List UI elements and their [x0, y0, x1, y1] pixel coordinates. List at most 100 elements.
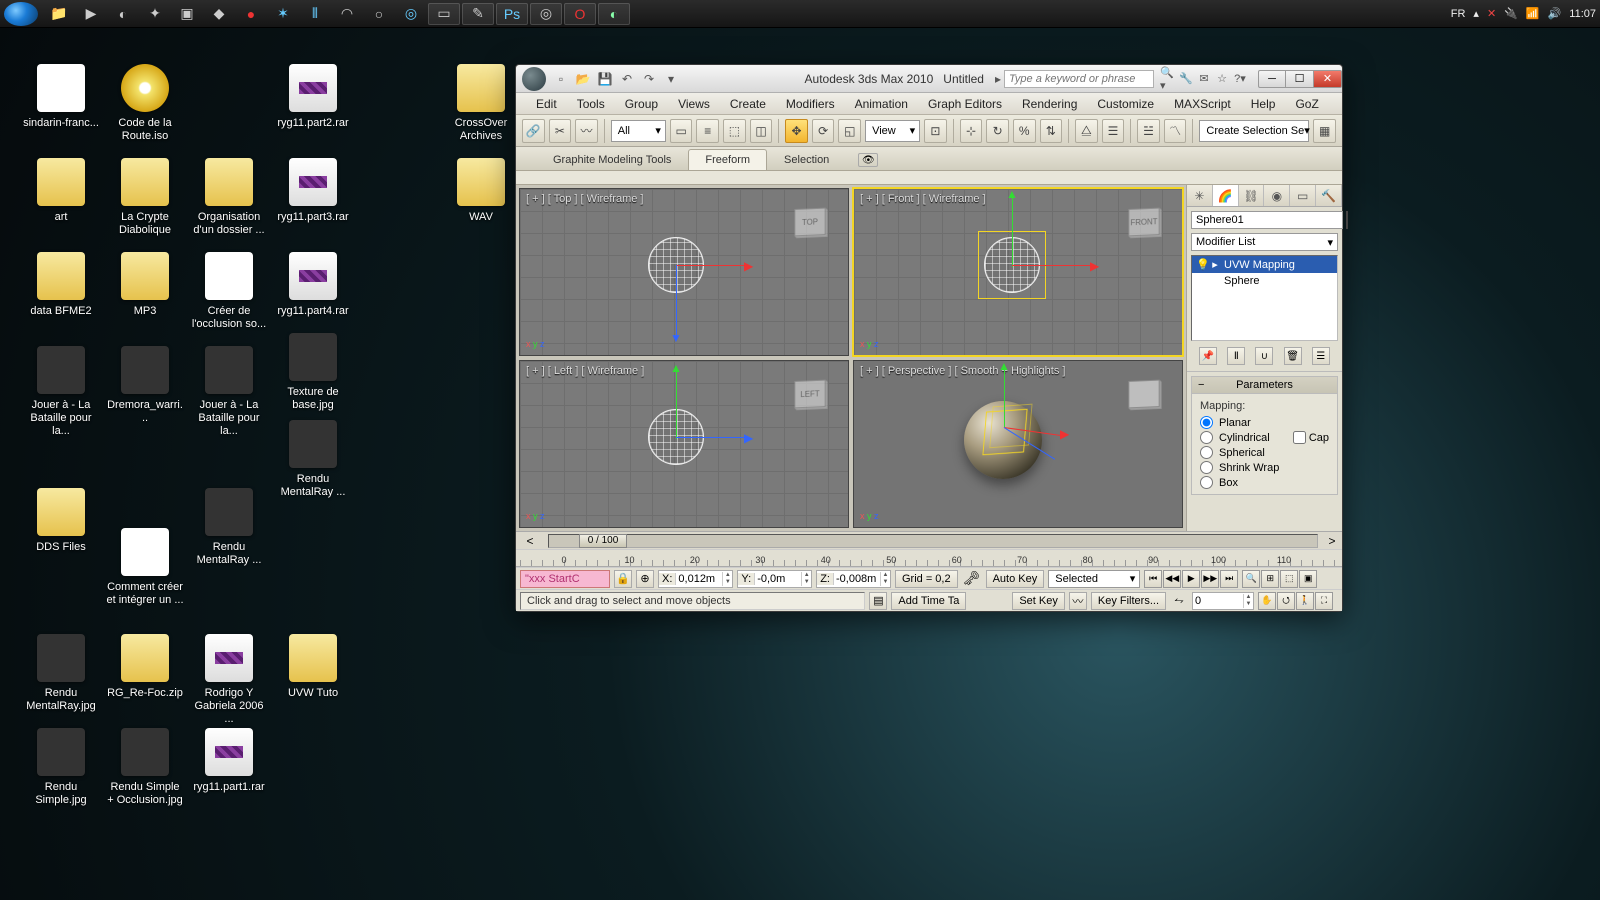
- task-icon[interactable]: ✎: [462, 3, 494, 25]
- desktop-icon[interactable]: ryg11.part3.rar: [272, 158, 354, 225]
- link-icon[interactable]: 🔗: [522, 119, 545, 143]
- rollout-header[interactable]: −Parameters: [1192, 377, 1337, 394]
- desktop-icon[interactable]: UVW Tuto: [272, 634, 354, 701]
- move-tool-button[interactable]: ✥: [785, 119, 808, 143]
- radio-input[interactable]: [1200, 431, 1213, 444]
- ref-coord-dropdown[interactable]: View▾: [865, 120, 920, 142]
- viewport-label[interactable]: [ + ] [ Top ] [ Wireframe ]: [526, 193, 643, 205]
- viewport-label[interactable]: [ + ] [ Perspective ] [ Smooth + Highlig…: [860, 365, 1065, 377]
- viewport-left[interactable]: [ + ] [ Left ] [ Wireframe ] LEFT ▲ ▶ x …: [519, 360, 849, 528]
- timeslider-prev-icon[interactable]: <: [516, 534, 544, 548]
- named-selection-dropdown[interactable]: Create Selection Se▾: [1199, 120, 1309, 142]
- time-slider[interactable]: 0 / 100: [548, 534, 1318, 548]
- task-icon[interactable]: ▭: [428, 3, 460, 25]
- desktop-icon[interactable]: ryg11.part1.rar: [188, 728, 270, 795]
- app-icon[interactable]: ⦀: [300, 3, 330, 25]
- tray-power-icon[interactable]: 🔌: [1504, 7, 1518, 20]
- autokey-button[interactable]: Auto Key: [986, 570, 1045, 588]
- menu-animation[interactable]: Animation: [845, 97, 918, 111]
- menu-rendering[interactable]: Rendering: [1012, 97, 1087, 111]
- menu-edit[interactable]: Edit: [526, 97, 567, 111]
- redo-icon[interactable]: ↷: [640, 70, 658, 88]
- star-icon[interactable]: ☆: [1214, 71, 1230, 87]
- layers-icon[interactable]: ☱: [1137, 119, 1160, 143]
- menu-group[interactable]: Group: [615, 97, 668, 111]
- zoom-ext-icon[interactable]: ⬚: [1280, 570, 1298, 588]
- viewport-front[interactable]: [ + ] [ Front ] [ Wireframe ] FRONT ▲ ▶ …: [853, 188, 1183, 356]
- keymode-icon[interactable]: 〰: [1069, 592, 1087, 610]
- menu-customize[interactable]: Customize: [1087, 97, 1164, 111]
- radio-input[interactable]: [1200, 476, 1213, 489]
- curve-editor-icon[interactable]: 〽: [1164, 119, 1187, 143]
- radio-input[interactable]: [1200, 461, 1213, 474]
- zoom-all-icon[interactable]: ⊞: [1261, 570, 1279, 588]
- viewcube[interactable]: FRONT: [1114, 197, 1174, 247]
- menu-help[interactable]: Help: [1241, 97, 1286, 111]
- desktop-icon[interactable]: Rendu Simple + Occlusion.jpg: [104, 728, 186, 808]
- radio-input[interactable]: [1200, 416, 1213, 429]
- key-mode-icon[interactable]: 🗝: [962, 570, 982, 587]
- explorer-icon[interactable]: 📁: [44, 3, 74, 25]
- orbit-icon[interactable]: ⭯: [1277, 592, 1295, 610]
- ribbon-tab[interactable]: Selection: [767, 149, 846, 170]
- desktop-icon[interactable]: Comment créer et intégrer un ...: [104, 528, 186, 608]
- comm-icon[interactable]: ✉: [1196, 71, 1212, 87]
- app-icon[interactable]: ◎: [396, 3, 426, 25]
- app-icon[interactable]: ○: [364, 3, 394, 25]
- title-bar[interactable]: ▫ 📂 💾 ↶ ↷ ▾ Autodesk 3ds Max 2010 Untitl…: [516, 65, 1342, 93]
- viewcube[interactable]: [1114, 369, 1174, 419]
- menu-maxscript[interactable]: MAXScript: [1164, 97, 1241, 111]
- pin-stack-icon[interactable]: 📌: [1199, 347, 1217, 365]
- desktop-icon[interactable]: Rendu Simple.jpg: [20, 728, 102, 808]
- desktop-icon[interactable]: Code de la Route.iso: [104, 64, 186, 144]
- align-icon[interactable]: ☰: [1102, 119, 1125, 143]
- desktop-icon[interactable]: ryg11.part4.rar: [272, 252, 354, 319]
- next-frame-icon[interactable]: ▶▶: [1201, 570, 1219, 588]
- app-icon[interactable]: ▣: [172, 3, 202, 25]
- mapping-option-cylindrical[interactable]: Cylindrical Cap: [1200, 430, 1329, 445]
- show-end-result-icon[interactable]: Ⅱ: [1227, 347, 1245, 365]
- pivot-icon[interactable]: ⊡: [924, 119, 947, 143]
- tray-chevron-icon[interactable]: ▴: [1473, 7, 1479, 20]
- mirror-icon[interactable]: ⧋: [1075, 119, 1098, 143]
- keyfilters-button[interactable]: Key Filters...: [1091, 592, 1166, 610]
- desktop-icon[interactable]: Organisation d'un dossier ...: [188, 158, 270, 238]
- menu-graph-editors[interactable]: Graph Editors: [918, 97, 1012, 111]
- app-icon[interactable]: ◆: [204, 3, 234, 25]
- setkey-button[interactable]: Set Key: [1012, 592, 1065, 610]
- qat-dropdown-icon[interactable]: ▾: [662, 70, 680, 88]
- desktop-icon[interactable]: RG_Re-Foc.zip: [104, 634, 186, 701]
- play-icon[interactable]: ▶: [1182, 570, 1200, 588]
- modifier-stack-item[interactable]: Sphere: [1192, 273, 1337, 289]
- add-time-tag-button[interactable]: Add Time Ta: [891, 592, 966, 610]
- motion-tab-icon[interactable]: ◉: [1264, 185, 1290, 206]
- window-crossing-icon[interactable]: ◫: [750, 119, 773, 143]
- task-3dsmax-icon[interactable]: ◐: [598, 3, 630, 25]
- task-opera-icon[interactable]: O: [564, 3, 596, 25]
- pan-icon[interactable]: ✋: [1258, 592, 1276, 610]
- script-listener[interactable]: "xxx StartC: [520, 570, 610, 588]
- menu-create[interactable]: Create: [720, 97, 776, 111]
- utilities-tab-icon[interactable]: 🔨: [1316, 185, 1342, 206]
- maximize-button[interactable]: ☐: [1286, 70, 1314, 88]
- current-frame-field[interactable]: ▲▼: [1192, 592, 1254, 610]
- mapping-option-box[interactable]: Box: [1200, 475, 1329, 490]
- fov-icon[interactable]: ▣: [1299, 570, 1317, 588]
- frame-step-icon[interactable]: ⥊: [1170, 593, 1188, 608]
- select-icon[interactable]: ▭: [670, 119, 693, 143]
- media-icon[interactable]: ▶: [76, 3, 106, 25]
- coord-y[interactable]: Y:▲▼: [737, 570, 812, 588]
- modifier-stack[interactable]: 💡▸UVW MappingSphere: [1191, 255, 1338, 341]
- time-ruler[interactable]: 0102030405060708090100110: [516, 549, 1342, 567]
- lang-indicator[interactable]: FR: [1451, 8, 1466, 20]
- selection-filter-dropdown[interactable]: All▾: [611, 120, 666, 142]
- time-slider-thumb[interactable]: 0 / 100: [579, 534, 627, 548]
- desktop-icon[interactable]: MP3: [104, 252, 186, 319]
- make-unique-icon[interactable]: ∪: [1255, 347, 1273, 365]
- ribbon-visibility-icon[interactable]: 👁: [858, 153, 878, 167]
- start-button[interactable]: [4, 2, 38, 26]
- desktop-icon[interactable]: data BFME2: [20, 252, 102, 319]
- select-region-icon[interactable]: ⬚: [723, 119, 746, 143]
- keyfilter-dropdown[interactable]: Selected▾: [1048, 570, 1140, 588]
- select-name-icon[interactable]: ≡: [696, 119, 719, 143]
